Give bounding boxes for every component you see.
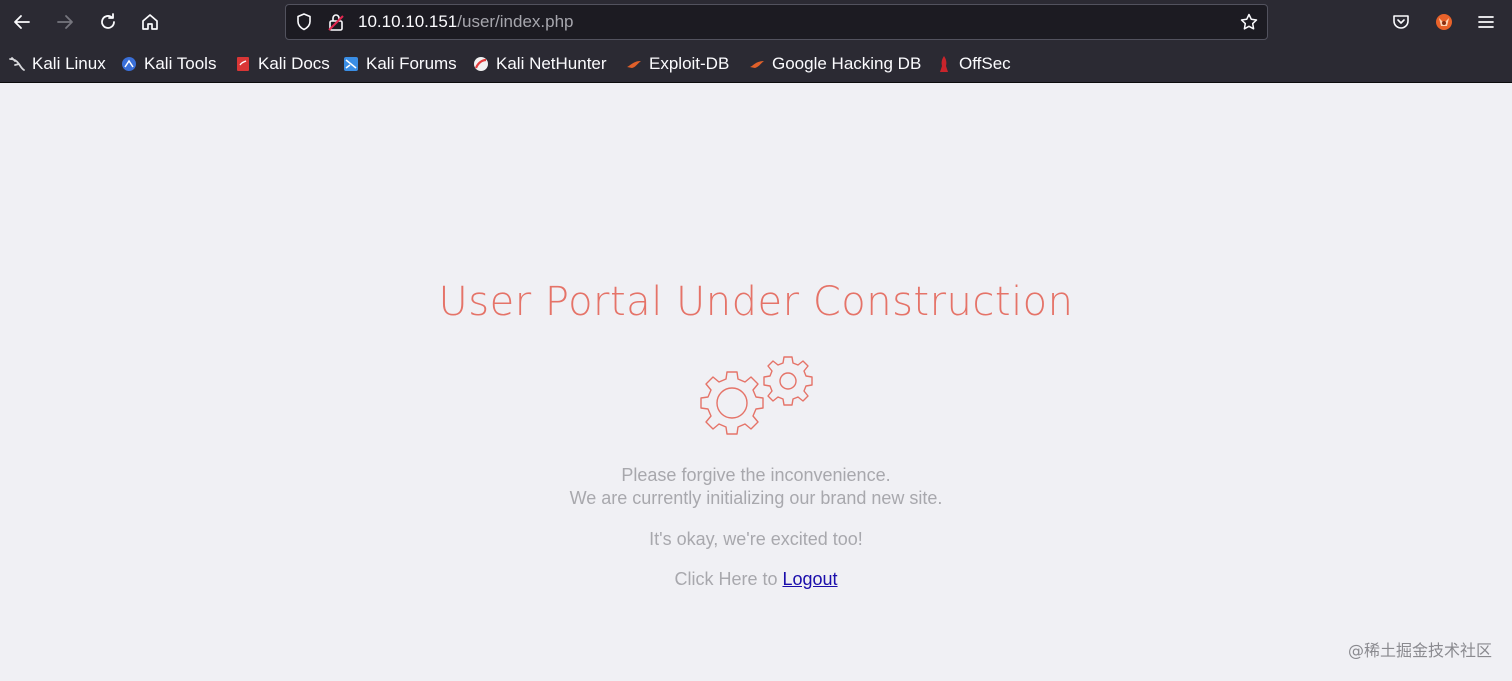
url-text[interactable]: 10.10.10.151/user/index.php <box>358 5 574 39</box>
browser-toolbar: 10.10.10.151/user/index.php <box>0 0 1512 44</box>
browser-chrome: 10.10.10.151/user/index.php Kali Linux K… <box>0 0 1512 83</box>
back-button[interactable] <box>6 6 38 38</box>
hamburger-menu-icon <box>1478 16 1494 28</box>
bookmark-label: Kali Tools <box>144 54 217 73</box>
logout-link[interactable]: Logout <box>782 569 837 589</box>
exploit-db-icon <box>627 61 641 68</box>
bookmark-star-icon[interactable] <box>1239 12 1259 32</box>
page-title: User Portal Under Construction <box>438 279 1074 325</box>
arrow-right-icon <box>57 15 73 29</box>
kali-dragon-icon <box>9 57 25 71</box>
kali-docs-icon <box>237 57 249 71</box>
ghdb-icon <box>750 61 764 68</box>
menu-button[interactable] <box>1470 6 1502 38</box>
pocket-icon <box>1393 15 1409 29</box>
bookmark-offsec[interactable]: OffSec <box>935 48 1011 80</box>
logout-line: Click Here to Logout <box>0 569 1512 590</box>
watermark: @稀土掘金技术社区 <box>1347 641 1492 660</box>
extension-button[interactable] <box>1428 6 1460 38</box>
offsec-icon <box>940 56 948 72</box>
kali-tools-icon <box>122 57 136 71</box>
arrow-left-icon <box>14 15 30 29</box>
status-text: We are currently initializing our brand … <box>569 488 943 508</box>
bookmark-kali-docs[interactable]: Kali Docs <box>234 48 330 80</box>
reload-icon <box>101 13 115 29</box>
bookmark-label: Kali NetHunter <box>496 54 607 73</box>
bookmark-kali-nethunter[interactable]: Kali NetHunter <box>472 48 607 80</box>
bookmark-label: Exploit-DB <box>649 54 730 73</box>
url-bar[interactable]: 10.10.10.151/user/index.php <box>285 4 1268 40</box>
insecure-lock-icon[interactable] <box>326 12 346 32</box>
pocket-button[interactable] <box>1385 6 1417 38</box>
excited-text: It's okay, we're excited too! <box>649 529 863 549</box>
bookmark-label: Google Hacking DB <box>772 54 922 73</box>
bookmark-kali-forums[interactable]: Kali Forums <box>342 48 457 80</box>
extension-icon <box>1436 14 1452 30</box>
bookmark-kali-linux[interactable]: Kali Linux <box>8 48 106 80</box>
bookmark-kali-tools[interactable]: Kali Tools <box>120 48 216 80</box>
bookmark-label: Kali Forums <box>366 54 457 73</box>
bookmark-label: Kali Linux <box>32 54 106 73</box>
bookmark-google-hacking-db[interactable]: Google Hacking DB <box>748 48 921 80</box>
bookmark-label: Kali Docs <box>258 54 330 73</box>
nethunter-icon <box>474 57 488 71</box>
bookmark-label: OffSec <box>959 54 1011 73</box>
logout-prefix: Click Here to <box>674 569 783 589</box>
bookmarks-toolbar: Kali Linux Kali Tools Kali Docs Kali For… <box>0 48 1512 80</box>
url-host: 10.10.10.151 <box>358 12 458 31</box>
reload-button[interactable] <box>92 6 124 38</box>
url-path: /user/index.php <box>457 12 574 31</box>
shield-icon[interactable] <box>294 12 314 32</box>
page-content: User Portal Under Construction Please fo… <box>0 83 1512 681</box>
gears-icon <box>700 356 813 435</box>
home-icon <box>142 14 158 30</box>
apology-text: Please forgive the inconvenience. <box>621 465 891 485</box>
forward-button[interactable] <box>49 6 81 38</box>
kali-forums-icon <box>344 57 358 71</box>
home-button[interactable] <box>134 6 166 38</box>
bookmark-exploit-db[interactable]: Exploit-DB <box>625 48 729 80</box>
